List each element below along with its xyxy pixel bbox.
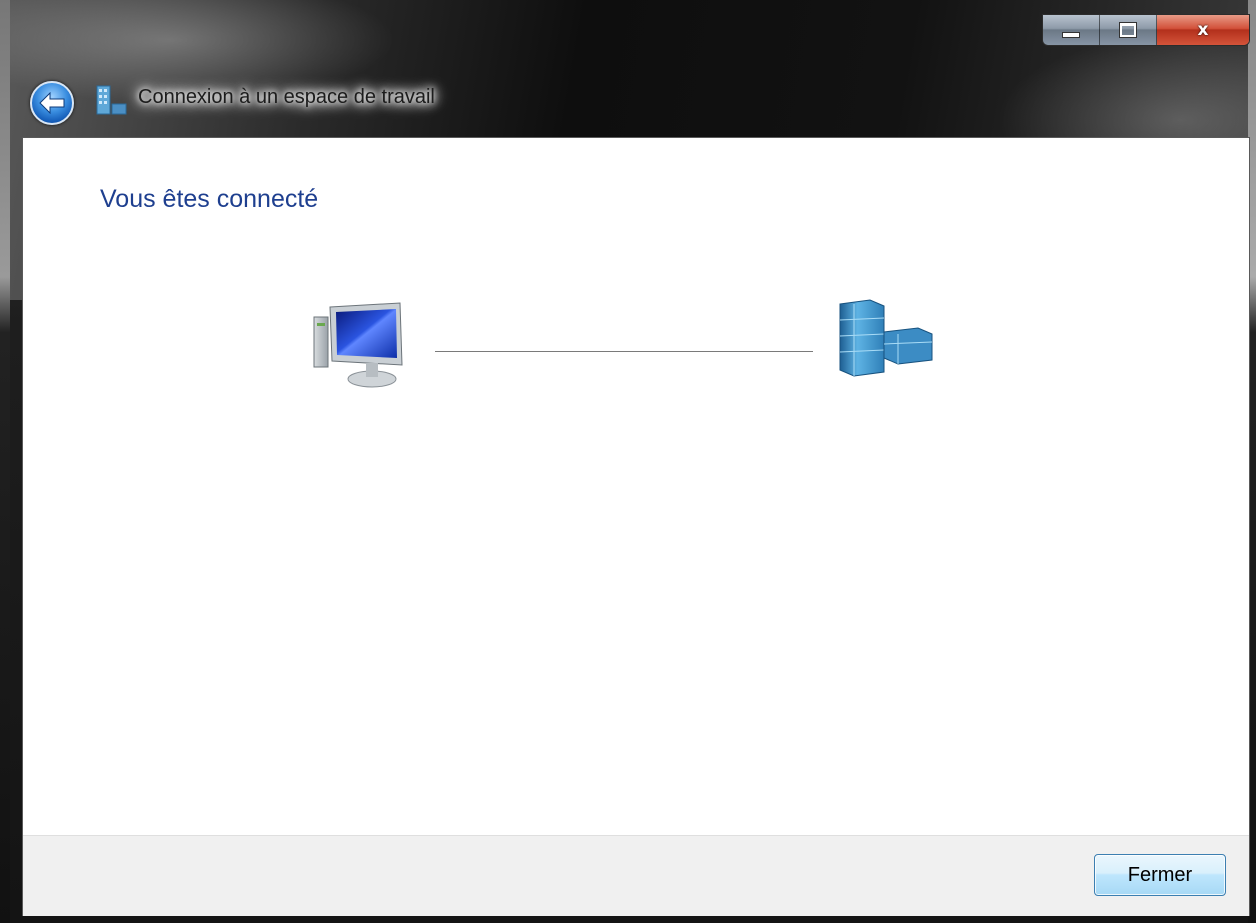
window-left-edge bbox=[0, 0, 10, 923]
dialog-content: Vous êtes connecté Fermer bbox=[22, 137, 1250, 916]
close-button[interactable]: Fermer bbox=[1094, 854, 1226, 896]
page-heading: Vous êtes connecté bbox=[100, 185, 319, 213]
caption-buttons: x bbox=[1042, 14, 1250, 46]
workplace-building-icon bbox=[839, 299, 933, 377]
maximize-icon bbox=[1119, 22, 1137, 38]
connection-line bbox=[435, 351, 813, 352]
computer-icon bbox=[313, 302, 403, 388]
minimize-icon bbox=[1062, 32, 1080, 38]
dialog-footer: Fermer bbox=[23, 835, 1249, 916]
minimize-button[interactable] bbox=[1043, 15, 1100, 45]
back-button[interactable] bbox=[30, 81, 74, 125]
workplace-small-icon bbox=[96, 85, 127, 115]
close-icon: x bbox=[1197, 20, 1209, 40]
window-title: Connexion à un espace de travail bbox=[138, 86, 435, 108]
maximize-button[interactable] bbox=[1100, 15, 1157, 45]
close-window-button[interactable]: x bbox=[1157, 15, 1249, 45]
dialog-window: x Connexion à un espace de travail Vous … bbox=[0, 0, 1256, 923]
back-arrow-icon bbox=[39, 92, 65, 114]
